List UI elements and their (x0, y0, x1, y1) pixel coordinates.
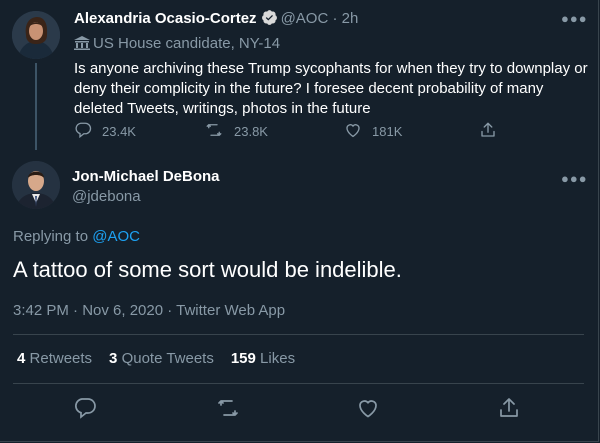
reply-icon (74, 121, 102, 142)
reply-author-handle[interactable]: @jdebona (72, 188, 141, 205)
like-count: 181K (372, 124, 403, 139)
retweet-icon (204, 121, 234, 142)
reply-icon (73, 398, 97, 424)
reply-button[interactable]: 23.4K (74, 121, 136, 142)
reply-button[interactable] (73, 396, 97, 425)
engagement-stats: 4 Retweets 3 Quote Tweets 159 Likes (17, 350, 312, 367)
like-button[interactable] (356, 396, 380, 425)
thread-line (35, 63, 37, 150)
verified-icon (261, 9, 278, 30)
replying-to: Replying to @AOC (13, 228, 140, 245)
likes-stat[interactable]: 159 Likes (231, 350, 295, 367)
share-icon (497, 398, 521, 424)
divider (13, 334, 584, 335)
mention-link[interactable]: @AOC (92, 228, 140, 245)
retweet-button[interactable] (215, 396, 241, 425)
parent-tweet[interactable]: Alexandria Ocasio-Cortez @AOC · 2h ●●● US… (0, 0, 600, 150)
more-icon[interactable]: ●●● (561, 11, 588, 26)
retweets-stat[interactable]: 4 Retweets (17, 350, 92, 367)
reply-count: 23.4K (102, 124, 136, 139)
avatar[interactable] (12, 161, 60, 209)
retweet-count: 23.8K (234, 124, 268, 139)
likes-label: Likes (260, 350, 296, 367)
quote-count: 3 (109, 350, 118, 367)
author-handle[interactable]: @AOC (281, 10, 329, 27)
share-button[interactable] (497, 396, 521, 425)
like-button[interactable]: 181K (344, 121, 402, 142)
more-icon[interactable]: ●●● (561, 171, 588, 186)
reply-action-bar (0, 396, 600, 422)
candidate-text: US House candidate, NY-14 (93, 35, 281, 52)
likes-count: 159 (230, 350, 256, 367)
avatar[interactable] (12, 11, 60, 59)
tweet-timestamp[interactable]: 3:42 PM · Nov 6, 2020 · Twitter Web App (13, 302, 285, 319)
replying-prefix: Replying to (13, 228, 89, 245)
share-icon (479, 121, 507, 142)
parent-header: Alexandria Ocasio-Cortez @AOC · 2h (74, 9, 358, 30)
quote-tweets-stat[interactable]: 3 Quote Tweets (109, 350, 214, 367)
like-icon (344, 121, 372, 142)
share-button[interactable] (479, 121, 507, 142)
retweets-count: 4 (17, 350, 26, 367)
quote-label: Quote Tweets (121, 350, 214, 367)
retweet-icon (215, 400, 241, 424)
candidate-label: US House candidate, NY-14 (74, 35, 280, 52)
tweet-thread: Alexandria Ocasio-Cortez @AOC · 2h ●●● US… (0, 0, 599, 442)
retweets-label: Retweets (29, 350, 93, 367)
author-name[interactable]: Alexandria Ocasio-Cortez (74, 10, 257, 27)
retweet-button[interactable]: 23.8K (204, 121, 268, 142)
reply-tweet-text: A tattoo of some sort would be indelible… (13, 257, 402, 282)
parent-tweet-text: Is anyone archiving these Trump sycophan… (74, 60, 588, 117)
separator: · (328, 10, 342, 27)
like-icon (356, 400, 380, 424)
government-building-icon (74, 35, 93, 52)
time-ago[interactable]: 2h (342, 10, 359, 27)
divider (13, 383, 584, 384)
parent-action-bar: 23.4K 23.8K 181K (74, 121, 514, 143)
reply-author-name[interactable]: Jon-Michael DeBona (72, 168, 220, 185)
